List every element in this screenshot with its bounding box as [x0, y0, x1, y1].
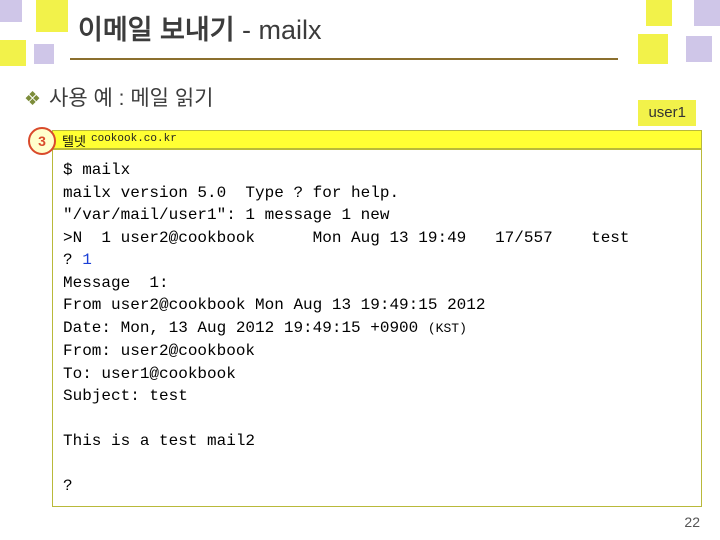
terminal-line: This is a test mail2 — [63, 432, 256, 450]
terminal-line: To: user1@cookbook — [63, 364, 236, 383]
page-title: 이메일 보내기 - mailx — [78, 8, 322, 47]
terminal-line: "/var/mail/user1": 1 message 1 new — [63, 206, 390, 224]
page-title-main: 이메일 보내기 — [78, 15, 235, 45]
terminal-line: mailx version 5.0 Type ? for help. — [63, 183, 400, 202]
decor-square-lavender-1 — [0, 0, 22, 22]
step-number-badge: 3 — [28, 127, 56, 155]
decor-square-lavender-2 — [34, 44, 54, 64]
terminal-input-value: 1 — [82, 251, 92, 269]
terminal-title-label: 텔넷 — [62, 134, 86, 149]
decor-square-yellow-2 — [0, 40, 26, 66]
terminal-line: Message 1: — [63, 273, 169, 292]
page-title-sub: - mailx — [234, 15, 322, 45]
terminal-line: ? — [63, 477, 73, 495]
terminal-line: $ mailx — [63, 161, 131, 179]
section-subtitle-label: 사용 예 : 메일 읽기 — [49, 87, 214, 110]
check-bullet-icon: ❖ — [24, 89, 42, 110]
terminal-line: Date: Mon, 13 Aug 2012 19:49:15 +0900 — [63, 318, 428, 337]
decor-square-yellow-1 — [36, 0, 68, 32]
decor-square-lavender-3 — [694, 0, 720, 26]
title-divider — [70, 58, 618, 60]
decor-square-yellow-4 — [638, 34, 668, 64]
user-badge: user1 — [638, 100, 696, 126]
terminal-line: From user2@cookbook Mon Aug 13 19:49:15 … — [63, 296, 486, 314]
decor-square-lavender-4 — [686, 36, 712, 62]
terminal-line: >N 1 user2@cookbook Mon Aug 13 19:49 17/… — [63, 228, 630, 247]
terminal-line: Subject: test — [63, 387, 188, 405]
section-subtitle: ❖ 사용 예 : 메일 읽기 — [24, 82, 213, 112]
terminal-line: From: user2@cookbook — [63, 342, 256, 360]
terminal-line-timezone: (KST) — [427, 320, 467, 336]
page-number: 22 — [684, 514, 700, 530]
decor-square-yellow-3 — [646, 0, 672, 26]
terminal-host-label: cookook.co.kr — [91, 133, 177, 145]
terminal-output[interactable]: $ mailx mailx version 5.0 Type ? for hel… — [52, 149, 702, 507]
terminal-line-prompt: ? — [63, 251, 83, 269]
